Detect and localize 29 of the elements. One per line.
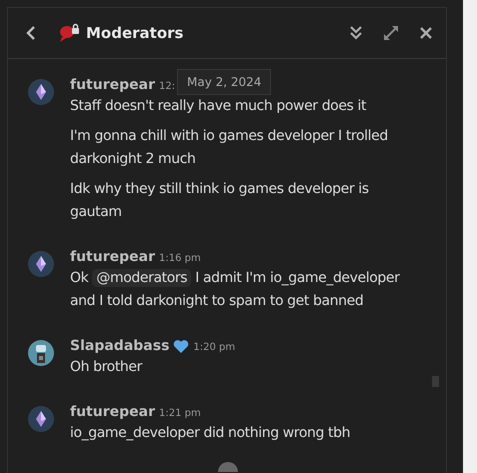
gem-avatar-icon: [28, 406, 54, 432]
gem-avatar-icon: [28, 79, 54, 105]
scrollbar-thumb[interactable]: [432, 376, 439, 387]
author-name[interactable]: Slapadabass: [70, 338, 170, 354]
heart-icon: [173, 338, 190, 354]
message-text: io_game_developer did nothing wrong tbh: [70, 424, 352, 443]
timestamp: 1:16 pm: [158, 253, 201, 264]
author-name[interactable]: futurepear: [70, 404, 155, 420]
message-text: Ok @moderators I admit I'm io_game_developer and I told darkonight to spam to get banned: [70, 268, 400, 311]
message-text: Oh brother: [70, 358, 144, 377]
message-text: I'm gonna chill with io games developer I trolled darkonight 2 much: [70, 127, 389, 169]
scroll-down-icon[interactable]: [218, 462, 238, 472]
chevron-left-icon: [25, 25, 37, 41]
message-text: Staff doesn't really have much power does it: [70, 97, 368, 116]
chat-bubble-lock-icon: [58, 23, 80, 43]
message-text: Idk why they still think io games developer is gautam: [70, 180, 370, 222]
robot-avatar-icon: [28, 340, 54, 366]
timestamp: 12:: [158, 81, 176, 92]
close-icon: [419, 26, 433, 40]
mention-link[interactable]: @moderators: [92, 269, 192, 287]
timestamp: 1:20 pm: [193, 342, 236, 353]
gem-avatar-icon: [28, 251, 54, 277]
timestamp: 1:21 pm: [158, 408, 201, 419]
channel-title: Moderators: [86, 24, 184, 42]
author-name[interactable]: futurepear: [70, 249, 155, 265]
author-name[interactable]: futurepear: [70, 77, 155, 93]
double-chevron-down-icon: [349, 25, 363, 41]
expand-icon: [383, 25, 399, 41]
date-tooltip: May 2, 2024: [177, 69, 272, 95]
